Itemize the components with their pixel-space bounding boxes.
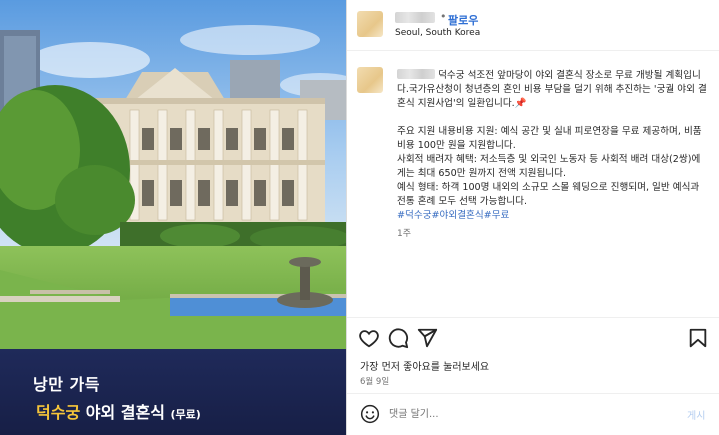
caption-format: 예식 형태: 하객 100명 내외의 소규모 스몰 웨딩으로 진행되며, 일반 …	[397, 182, 700, 207]
action-bar	[347, 318, 719, 356]
caption-line-2: 덕수궁 야외 결혼식 (무료)	[36, 399, 201, 423]
caption-hashtags[interactable]: #덕수궁#야외결혼식#무료	[397, 209, 707, 223]
post-comment-button[interactable]: 게시	[687, 407, 705, 422]
post-caption-text: 덕수궁 석조전 앞마당이 야외 결혼식 장소로 무료 개방될 계획입니다.국가유…	[397, 68, 707, 241]
bookmark-icon[interactable]	[687, 327, 709, 349]
comment-icon[interactable]	[387, 327, 409, 349]
caption-intro: 덕수궁 석조전 앞마당이 야외 결혼식 장소로 무료 개방될 계획입니다.국가유…	[397, 70, 707, 109]
emoji-icon[interactable]	[360, 404, 380, 424]
author-avatar[interactable]	[357, 11, 383, 37]
instagram-post-modal: 낭만 가득 덕수궁 야외 결혼식 (무료) • 팔로우 Seoul, South…	[0, 0, 719, 435]
caption-author-redacted[interactable]	[397, 69, 435, 79]
author-name-redacted[interactable]	[395, 12, 435, 23]
comment-form: 게시	[347, 394, 719, 435]
share-icon[interactable]	[416, 327, 438, 349]
caption-rest: 야외 결혼식	[80, 403, 171, 422]
caption-highlight: 덕수궁	[36, 403, 81, 422]
caption-avatar[interactable]	[357, 67, 383, 93]
follow-button[interactable]: 팔로우	[448, 12, 478, 28]
post-caption-area: 덕수궁 석조전 앞마당이 야외 결혼식 장소로 무료 개방될 계획입니다.국가유…	[347, 51, 719, 317]
caption-support: 주요 지원 내용비용 지원: 예식 공간 및 실내 피로연장을 무료 제공하며,…	[397, 126, 702, 151]
caption-line-1: 낭만 가득	[33, 375, 100, 394]
location-link[interactable]: Seoul, South Korea	[395, 28, 480, 38]
post-age: 1주	[397, 229, 412, 239]
separator-dot: •	[440, 10, 447, 23]
pin-emoji: 📌	[514, 98, 527, 109]
caption-small: (무료)	[170, 408, 201, 421]
heart-icon[interactable]	[358, 327, 380, 349]
post-date[interactable]: 6월 9일	[360, 375, 389, 387]
post-header: • 팔로우 Seoul, South Korea	[347, 0, 719, 51]
caption-social: 사회적 배려자 혜택: 저소득층 및 외국인 노동자 등 사회적 배려 대상(2…	[397, 154, 701, 179]
likes-prompt[interactable]: 가장 먼저 좋아요를 눌러보세요	[360, 358, 489, 373]
post-image: 낭만 가득 덕수궁 야외 결혼식 (무료)	[0, 0, 346, 435]
post-side-panel: • 팔로우 Seoul, South Korea 덕수궁 석조전 앞마당이 야외…	[346, 0, 719, 435]
comment-input[interactable]	[389, 405, 649, 423]
